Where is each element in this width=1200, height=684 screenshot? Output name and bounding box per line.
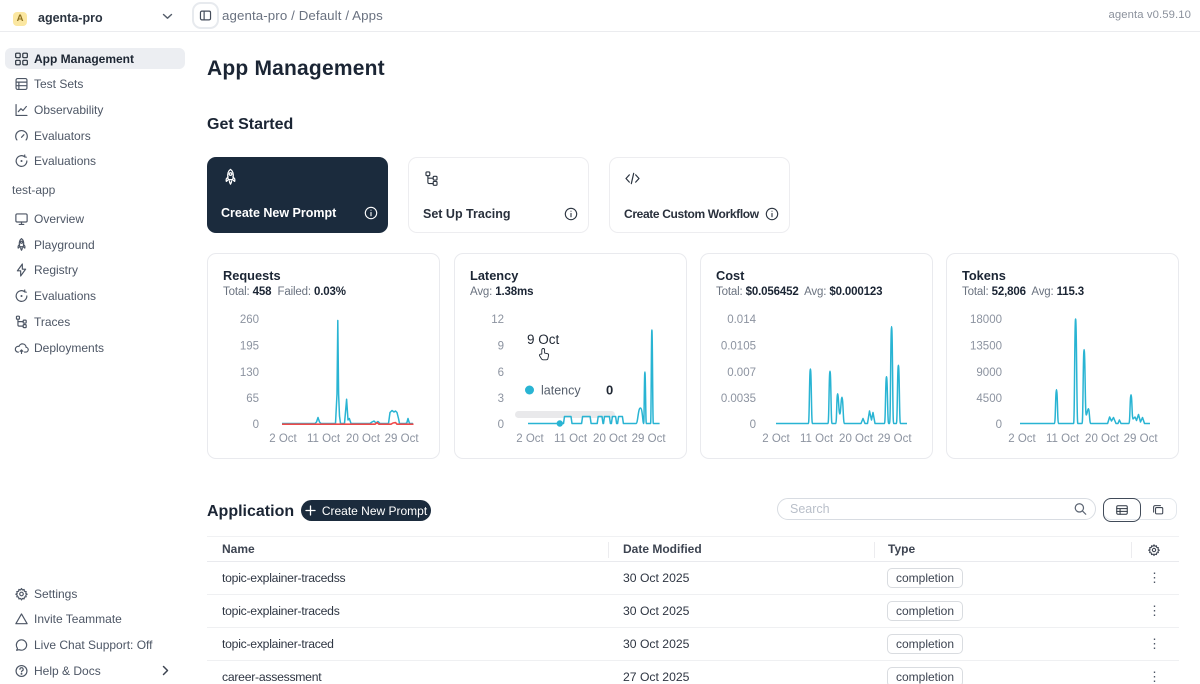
svg-text:2 Oct: 2 Oct <box>269 433 297 445</box>
svg-text:2 Oct: 2 Oct <box>762 433 790 445</box>
svg-text:11 Oct: 11 Oct <box>800 433 834 445</box>
svg-text:2 Oct: 2 Oct <box>1008 433 1036 445</box>
svg-text:0: 0 <box>253 419 259 431</box>
svg-text:13500: 13500 <box>970 341 1002 353</box>
svg-text:130: 130 <box>240 367 259 379</box>
svg-text:29 Oct: 29 Oct <box>1124 433 1159 445</box>
svg-text:20 Oct: 20 Oct <box>1085 433 1120 445</box>
svg-text:29 Oct: 29 Oct <box>878 433 913 445</box>
svg-text:20 Oct: 20 Oct <box>593 433 628 445</box>
svg-text:0.0105: 0.0105 <box>721 341 756 353</box>
svg-text:195: 195 <box>240 341 259 353</box>
svg-text:0.0035: 0.0035 <box>721 393 756 405</box>
svg-text:11 Oct: 11 Oct <box>307 433 341 445</box>
svg-text:29 Oct: 29 Oct <box>632 433 667 445</box>
svg-text:3: 3 <box>498 393 504 405</box>
svg-text:260: 260 <box>240 314 259 326</box>
svg-text:0: 0 <box>498 419 504 431</box>
svg-text:20 Oct: 20 Oct <box>346 433 381 445</box>
svg-text:9: 9 <box>498 341 504 353</box>
svg-text:4500: 4500 <box>976 393 1002 405</box>
svg-text:29 Oct: 29 Oct <box>385 433 420 445</box>
svg-text:0.007: 0.007 <box>727 367 756 379</box>
svg-text:20 Oct: 20 Oct <box>839 433 874 445</box>
svg-text:18000: 18000 <box>970 314 1002 326</box>
svg-text:9 Oct: 9 Oct <box>527 332 560 347</box>
svg-text:2 Oct: 2 Oct <box>516 433 544 445</box>
svg-text:9000: 9000 <box>976 367 1002 379</box>
svg-text:0: 0 <box>996 419 1002 431</box>
svg-text:11 Oct: 11 Oct <box>1046 433 1080 445</box>
svg-text:65: 65 <box>246 393 259 405</box>
svg-text:0.014: 0.014 <box>727 314 756 326</box>
svg-text:latency: latency <box>541 384 581 398</box>
svg-text:6: 6 <box>498 367 504 379</box>
svg-text:12: 12 <box>491 314 504 326</box>
svg-text:0: 0 <box>606 383 613 398</box>
svg-text:11 Oct: 11 Oct <box>554 433 588 445</box>
svg-text:0: 0 <box>750 419 756 431</box>
